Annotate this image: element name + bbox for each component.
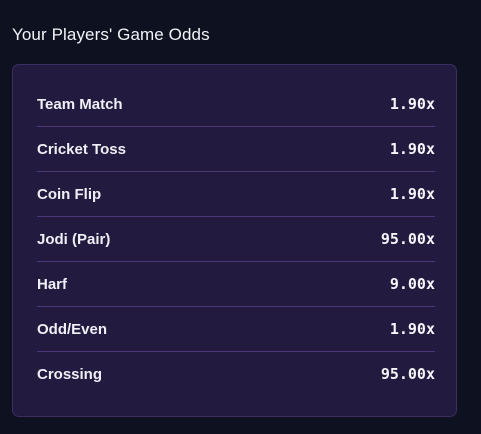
game-name: Cricket Toss bbox=[37, 140, 126, 158]
odds-card: Team Match 1.90x Cricket Toss 1.90x Coin… bbox=[12, 64, 457, 417]
game-odds: 1.90x bbox=[389, 320, 435, 338]
odds-row-odd-even: Odd/Even 1.90x bbox=[37, 307, 435, 352]
game-name: Odd/Even bbox=[37, 320, 108, 338]
game-odds: 95.00x bbox=[380, 230, 435, 248]
odds-list: Team Match 1.90x Cricket Toss 1.90x Coin… bbox=[37, 82, 435, 396]
odds-row-crossing: Crossing 95.00x bbox=[37, 352, 435, 396]
odds-row-team-match: Team Match 1.90x bbox=[37, 82, 435, 127]
game-name: Harf bbox=[37, 275, 68, 293]
section-title: Your Players' Game Odds bbox=[12, 25, 210, 44]
game-odds: 1.90x bbox=[389, 185, 435, 203]
odds-row-jodi-pair: Jodi (Pair) 95.00x bbox=[37, 217, 435, 262]
game-odds: 1.90x bbox=[389, 95, 435, 113]
game-odds: 9.00x bbox=[389, 275, 435, 293]
game-name: Jodi (Pair) bbox=[37, 230, 111, 248]
odds-row-coin-flip: Coin Flip 1.90x bbox=[37, 172, 435, 217]
odds-row-harf: Harf 9.00x bbox=[37, 262, 435, 307]
game-name: Team Match bbox=[37, 95, 123, 113]
game-odds: 95.00x bbox=[380, 365, 435, 383]
game-name: Crossing bbox=[37, 365, 103, 383]
game-name: Coin Flip bbox=[37, 185, 102, 203]
game-odds: 1.90x bbox=[389, 140, 435, 158]
odds-row-cricket-toss: Cricket Toss 1.90x bbox=[37, 127, 435, 172]
